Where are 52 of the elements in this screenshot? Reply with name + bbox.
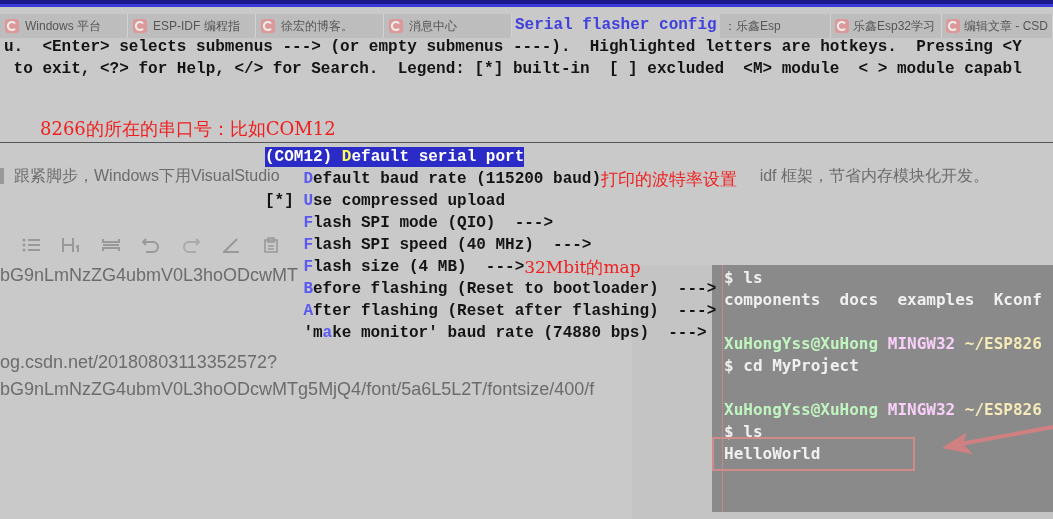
undo-icon[interactable]: [142, 237, 160, 253]
terminal-text: components docs examples Kconf: [724, 290, 1042, 309]
browser-tab[interactable]: Windows 平台: [0, 14, 128, 38]
site-logo-icon: [133, 19, 147, 33]
terminal-text: MINGW32: [886, 400, 956, 419]
divider-icon[interactable]: [102, 237, 120, 253]
clipboard-icon[interactable]: [262, 237, 280, 253]
terminal-text: XuHongYss@XuHong: [724, 334, 879, 353]
menu-item[interactable]: Flash SPI mode (QIO) --->: [303, 213, 554, 233]
site-logo-icon: [261, 19, 275, 33]
terminal-text: XuHongYss@XuHong: [724, 400, 879, 419]
site-logo-icon: [835, 19, 849, 33]
url-text: bG9nLmNzZG4ubmV0L3hoODcwMT: [0, 265, 299, 287]
site-logo-icon: [389, 19, 403, 33]
menu-item[interactable]: (COM12) Default serial port: [265, 147, 525, 167]
list-icon[interactable]: [22, 237, 40, 253]
browser-tab[interactable]: 乐鑫Esp32学习: [831, 14, 942, 38]
window-title: Serial flasher config: [515, 15, 717, 36]
url-text: og.csdn.net/20180803113352572?: [0, 352, 277, 374]
annotation-text: 32Mbit的map: [524, 256, 641, 278]
terminal-text: ~/ESP826: [963, 400, 1042, 419]
menu-item[interactable]: 'make monitor' baud rate (74880 bps) --->: [303, 323, 707, 343]
browser-tab[interactable]: ：乐鑫Esp: [720, 14, 831, 38]
url-text: bG9nLmNzZG4ubmV0L3hoODcwMTg5MjQ4/font/5a6L5L2T/fontsize/400/f: [0, 379, 595, 401]
terminal-text: $ ls: [724, 268, 763, 287]
help-text: to exit, <?> for Help, </> for Search. Legend: [*] built-in [ ] excluded <M> module < > module capabl: [12, 59, 1022, 80]
pen-icon[interactable]: [222, 237, 240, 253]
menu-item[interactable]: Flash size (4 MB) --->: [303, 257, 525, 277]
article-summary: idf 框架，节省内存模块化开发。: [759, 165, 989, 186]
annotation-text: 8266的所在的串口号：比如COM12: [40, 118, 336, 139]
menu-item[interactable]: Before flashing (Reset to bootloader) --->: [303, 279, 717, 299]
arrow-icon: [943, 425, 1053, 455]
menu-item[interactable]: [*] Use compressed upload: [265, 191, 506, 211]
browser-tab[interactable]: ESP-IDF 编程指: [128, 14, 256, 38]
redo-icon[interactable]: [182, 237, 200, 253]
menu-item[interactable]: After flashing (Reset after flashing) --->: [303, 301, 717, 321]
article-summary: 跟紧脚步，Windows下用VisualStudio: [14, 165, 280, 186]
browser-tab[interactable]: 编辑文章 - CSD: [942, 14, 1053, 38]
site-logo-icon: [5, 19, 19, 33]
menu-item[interactable]: Flash SPI speed (40 MHz) --->: [303, 235, 592, 255]
browser-tab[interactable]: 徐宏的博客。: [256, 14, 384, 38]
menu-item[interactable]: Default baud rate (115200 baud): [303, 169, 602, 189]
terminal-text: ~/ESP826: [963, 334, 1042, 353]
terminal-text: MINGW32: [886, 334, 956, 353]
site-logo-icon: [946, 19, 960, 33]
browser-tab[interactable]: 消息中心: [384, 14, 512, 38]
terminal-text: $ cd MyProject: [724, 356, 859, 375]
heading-icon[interactable]: [62, 237, 80, 253]
annotation-text: 打印的波特率设置: [601, 168, 738, 190]
terminal-text: HelloWorld: [724, 444, 821, 463]
terminal-text: $ ls: [724, 422, 763, 441]
help-text: u. <Enter> selects submenus ---> (or empty submenus ----). Highlighted letters are hotkeys. Pressing <Y: [3, 37, 1022, 58]
